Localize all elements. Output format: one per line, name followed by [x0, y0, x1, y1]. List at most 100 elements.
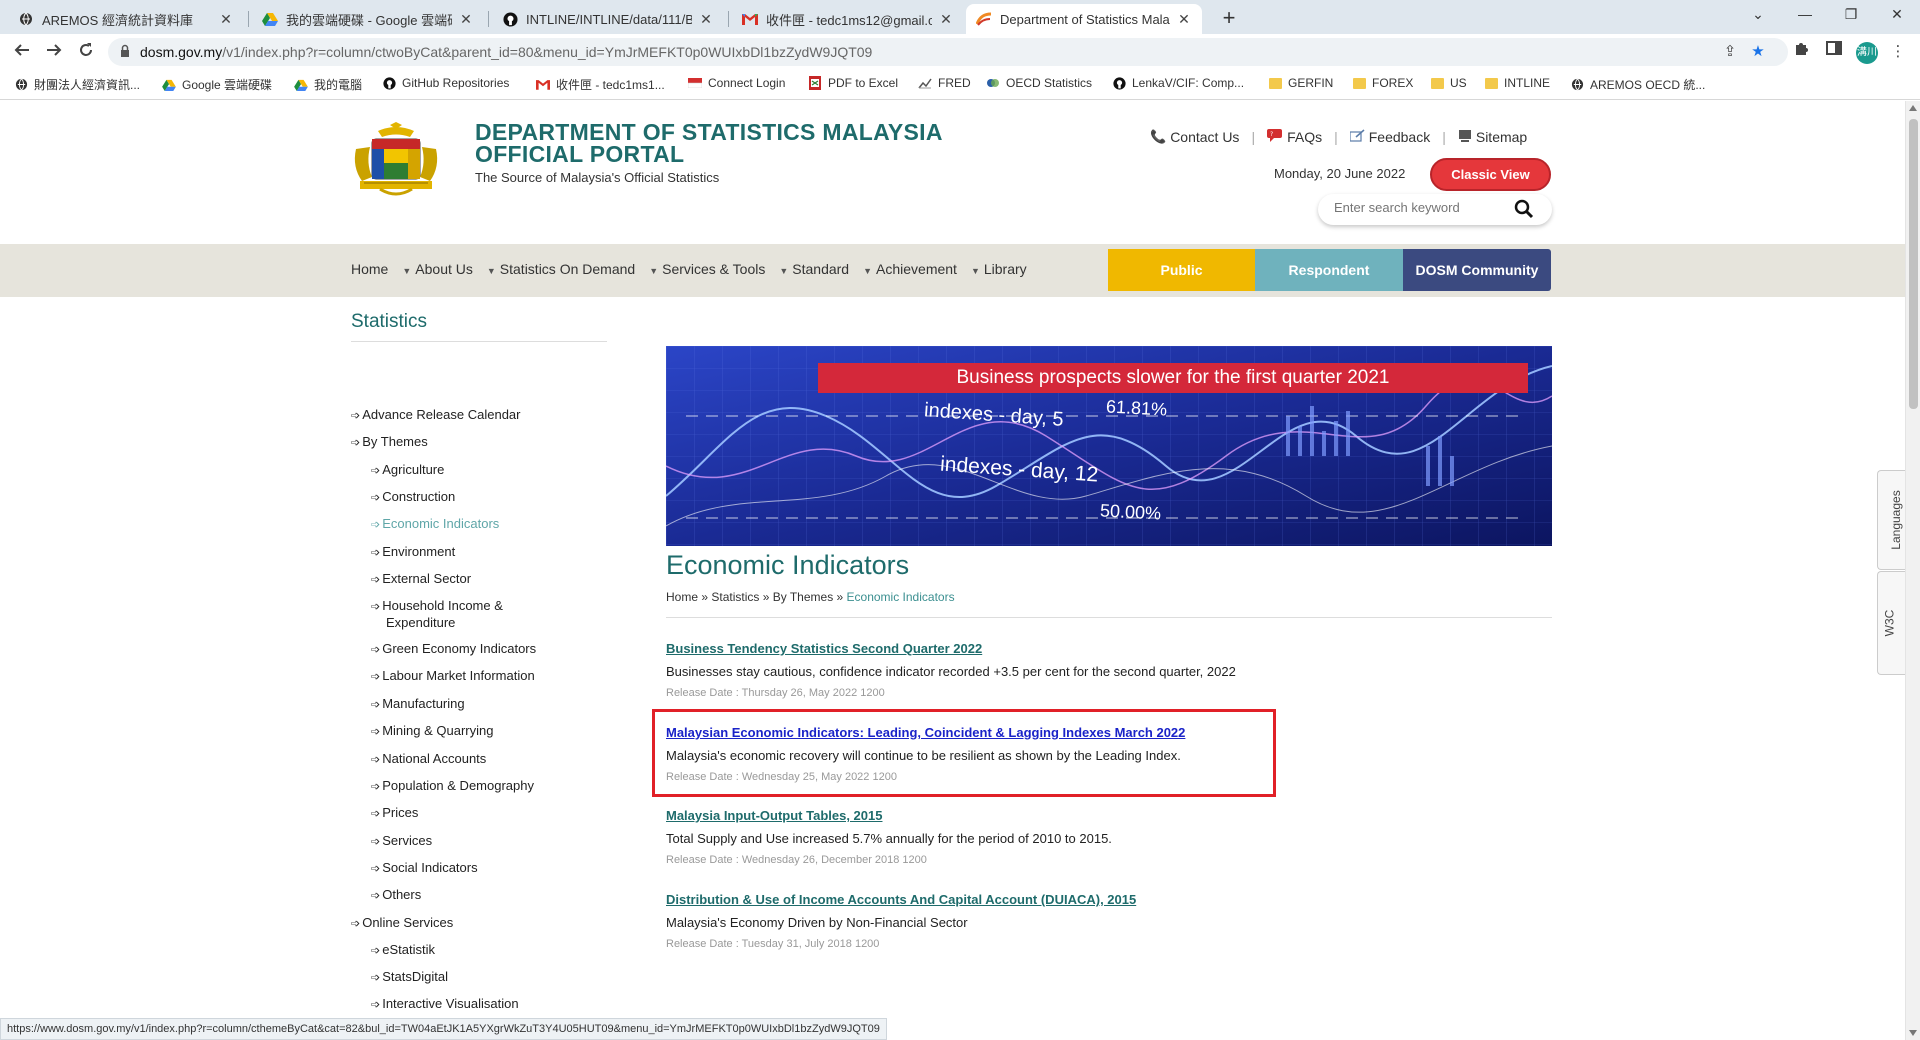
nav-item-standard[interactable]: ▼ Standard: [779, 261, 849, 277]
breadcrumb-by-themes[interactable]: By Themes: [773, 590, 833, 604]
search-input[interactable]: [1334, 200, 1504, 215]
close-icon[interactable]: ✕: [218, 11, 234, 28]
close-icon[interactable]: ✕: [1176, 11, 1192, 28]
sidebar-item-external-sector[interactable]: ➩ External Sector: [371, 571, 471, 588]
new-tab-button[interactable]: +: [1215, 5, 1243, 31]
nav-item-library[interactable]: ▼ Library: [971, 261, 1027, 277]
tab-aremos[interactable]: AREMOS 經濟統計資料庫 ✕: [8, 4, 244, 34]
classic-view-button[interactable]: Classic View: [1430, 158, 1551, 191]
dosm-community-button[interactable]: DOSM Community: [1403, 249, 1551, 291]
scroll-up-arrow-icon[interactable]: [1909, 105, 1917, 111]
bookmark-item[interactable]: FRED: [918, 76, 971, 90]
caret-down-icon: ▼: [402, 266, 412, 276]
search-icon[interactable]: [1514, 199, 1534, 219]
tab-github[interactable]: INTLINE/INTLINE/data/111/BE/ ✕: [492, 4, 724, 34]
faqs-link[interactable]: ? FAQs: [1267, 129, 1322, 145]
sidebar-item-statsdigital[interactable]: ➩ StatsDigital: [371, 969, 448, 986]
nav-item-home[interactable]: Home: [351, 261, 388, 277]
feedback-link[interactable]: Feedback: [1349, 129, 1430, 145]
bookmark-item[interactable]: GitHub Repositories: [382, 76, 509, 90]
contact-us-link[interactable]: 📞 Contact Us: [1150, 129, 1239, 145]
sidebar-item-national-accounts[interactable]: ➩ National Accounts: [371, 751, 486, 768]
reload-button[interactable]: [74, 40, 98, 64]
breadcrumb-home[interactable]: Home: [666, 590, 698, 604]
arrow-right-icon: ➩: [351, 918, 361, 930]
article-title-link[interactable]: Distribution & Use of Income Accounts An…: [666, 892, 1546, 907]
sidebar-item-environment[interactable]: ➩ Environment: [371, 544, 455, 561]
nav-item-services-tools[interactable]: ▼ Services & Tools: [649, 261, 765, 277]
article-title-link[interactable]: Malaysian Economic Indicators: Leading, …: [666, 725, 1546, 740]
bookmark-folder[interactable]: GERFIN: [1268, 76, 1333, 90]
sidebar-item-prices[interactable]: ➩ Prices: [371, 805, 418, 822]
bookmark-star-icon[interactable]: ★: [1746, 40, 1770, 64]
nav-item-achievement[interactable]: ▼ Achievement: [863, 261, 957, 277]
address-bar[interactable]: dosm.gov.my/v1/index.php?r=column/ctwoBy…: [108, 38, 1788, 66]
sidebar-item-online-services[interactable]: ➩ Online Services: [351, 915, 453, 932]
sidebar-item-economic-indicators[interactable]: ➩ Economic Indicators: [371, 516, 499, 533]
scrollbar-thumb[interactable]: [1909, 119, 1918, 409]
sitemap-link[interactable]: Sitemap: [1458, 129, 1527, 145]
sidebar-item-population-demography[interactable]: ➩ Population & Demography: [371, 778, 534, 795]
sidebar-item-mining-quarrying[interactable]: ➩ Mining & Quarrying: [371, 723, 494, 740]
w3c-side-tab[interactable]: W3C: [1877, 571, 1905, 675]
malaysia-coat-of-arms-logo[interactable]: [350, 121, 442, 199]
tab-separator: [728, 11, 729, 27]
close-icon[interactable]: ✕: [938, 11, 954, 28]
share-icon[interactable]: ⇪: [1718, 40, 1742, 64]
bookmark-folder[interactable]: INTLINE: [1484, 76, 1550, 90]
public-button[interactable]: Public: [1108, 249, 1255, 291]
sidebar-item-social-indicators[interactable]: ➩ Social Indicators: [371, 860, 478, 877]
sidebar-item-by-themes[interactable]: ➩ By Themes: [351, 434, 428, 451]
bookmark-item[interactable]: LenkaV/CIF: Comp...: [1112, 76, 1244, 90]
forward-button[interactable]: [42, 40, 66, 64]
languages-side-tab[interactable]: Languages: [1877, 470, 1905, 570]
tab-dosm[interactable]: Department of Statistics Malay ✕: [966, 4, 1202, 34]
restore-button[interactable]: ❐: [1841, 6, 1861, 23]
respondent-button[interactable]: Respondent: [1255, 249, 1403, 291]
bookmark-folder[interactable]: FOREX: [1352, 76, 1413, 90]
pdf-icon: [808, 76, 822, 90]
bookmark-item[interactable]: AREMOS OECD 統...: [1570, 76, 1705, 93]
bookmark-item[interactable]: OECD Statistics: [986, 76, 1092, 90]
close-icon[interactable]: ✕: [458, 11, 474, 28]
site-title[interactable]: DEPARTMENT OF STATISTICS MALAYSIA OFFICI…: [475, 121, 943, 166]
bookmark-item[interactable]: Google 雲端硬碟: [162, 76, 272, 93]
sidebar-item-advance-release-calendar[interactable]: ➩ Advance Release Calendar: [351, 407, 521, 424]
sidebar-item-labour-market-information[interactable]: ➩ Labour Market Information: [371, 668, 535, 685]
breadcrumb-statistics[interactable]: Statistics: [711, 590, 759, 604]
page-scrollbar[interactable]: [1905, 101, 1920, 1040]
sidebar-item-interactive-visualisation[interactable]: ➩ Interactive Visualisation: [371, 996, 519, 1013]
banner-label: 50.00%: [1099, 500, 1162, 524]
bookmark-item[interactable]: PDF to Excel: [808, 76, 898, 90]
article-title-link[interactable]: Business Tendency Statistics Second Quar…: [666, 641, 1546, 656]
hero-banner[interactable]: Business prospects slower for the first …: [666, 346, 1552, 546]
bookmark-item[interactable]: 財團法人經濟資訊...: [14, 76, 140, 93]
kebab-menu-icon[interactable]: ⋮: [1886, 40, 1910, 64]
nav-item-about-us[interactable]: ▼ About Us: [402, 261, 473, 277]
sidebar-item-estatistik[interactable]: ➩ eStatistik: [371, 942, 435, 959]
bookmark-item[interactable]: 收件匣 - tedc1ms1...: [536, 76, 665, 93]
sidebar-item-manufacturing[interactable]: ➩ Manufacturing: [371, 696, 465, 713]
minimize-button[interactable]: —: [1795, 6, 1815, 22]
profile-avatar[interactable]: 溝川: [1856, 42, 1878, 64]
side-panel-icon[interactable]: [1822, 40, 1846, 64]
tab-gmail[interactable]: 收件匣 - tedc1ms12@gmail.com ✕: [732, 4, 964, 34]
extensions-puzzle-icon[interactable]: [1790, 40, 1814, 64]
nav-item-statistics-on-demand[interactable]: ▼ Statistics On Demand: [487, 261, 635, 277]
sidebar-item-agriculture[interactable]: ➩ Agriculture: [371, 462, 444, 479]
sidebar-item-others[interactable]: ➩ Others: [371, 887, 421, 904]
bookmark-item[interactable]: 我的電腦: [294, 76, 362, 93]
bookmark-item[interactable]: Connect Login: [688, 76, 785, 90]
bookmark-folder[interactable]: US: [1430, 76, 1467, 90]
tab-search-chevron-icon[interactable]: ⌄: [1748, 6, 1768, 23]
sidebar-item-household-income-expenditure[interactable]: ➩ Household Income & Expenditure: [371, 598, 503, 631]
tab-google-drive[interactable]: 我的雲端硬碟 - Google 雲端硬碟 ✕: [252, 4, 484, 34]
article-title-link[interactable]: Malaysia Input-Output Tables, 2015: [666, 808, 1546, 823]
sidebar-item-green-economy-indicators[interactable]: ➩ Green Economy Indicators: [371, 641, 536, 658]
close-icon[interactable]: ✕: [698, 11, 714, 28]
scroll-down-arrow-icon[interactable]: [1909, 1030, 1917, 1036]
sidebar-item-services[interactable]: ➩ Services: [371, 833, 432, 850]
back-button[interactable]: [10, 40, 34, 64]
close-window-button[interactable]: ✕: [1887, 6, 1907, 23]
sidebar-item-construction[interactable]: ➩ Construction: [371, 489, 455, 506]
